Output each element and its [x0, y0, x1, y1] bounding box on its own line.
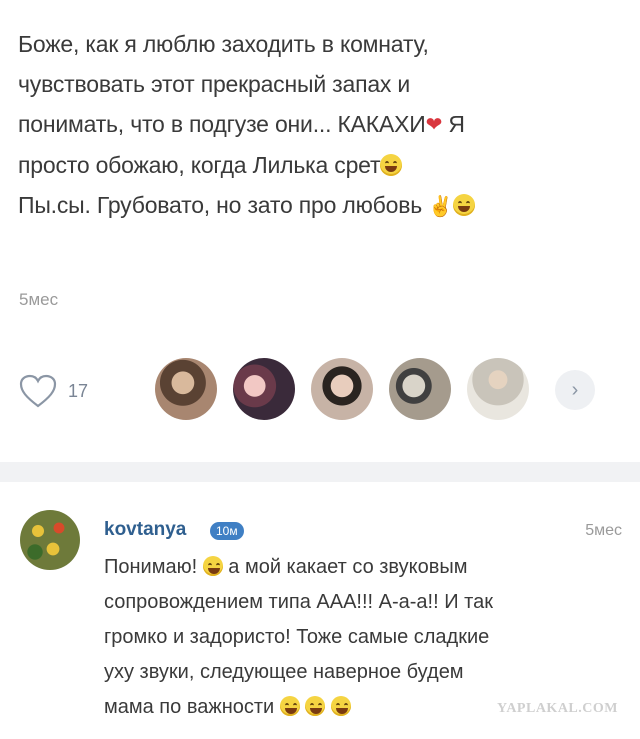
comment-line-3: громко и задористо! Тоже самые сладкие — [104, 626, 490, 648]
post-timestamp: 5мес — [19, 290, 59, 309]
comment-line-2: сопровождением типа ААА!!! А-а-а!! И так — [104, 591, 493, 613]
post-card: Боже, как я люблю заходить в комнату, чу… — [0, 0, 640, 460]
more-likes-button[interactable]: › — [555, 370, 595, 410]
avatar[interactable] — [311, 358, 373, 420]
laughing-emoji — [279, 696, 300, 716]
avatar[interactable] — [155, 358, 217, 420]
comment-line-5: мама по важности — [104, 696, 351, 718]
post-line-3-tail: Я — [442, 111, 465, 137]
comment-line-1-a: Понимаю! — [104, 556, 203, 578]
post-text: Боже, как я люблю заходить в комнату, чу… — [18, 24, 618, 227]
post-line-3-text: понимать, что в подгузе они... КАКАХИ — [18, 111, 426, 137]
post-line-4: просто обожаю, когда Лилька срет — [18, 152, 403, 178]
laughing-emoji — [305, 696, 326, 716]
comment-text: Понимаю! а мой какает со звуковым сопров… — [104, 550, 604, 725]
comment-line-5-text: мама по важности — [104, 696, 280, 718]
comment-timestamp: 5мес — [585, 522, 622, 539]
like-count: 17 — [68, 380, 89, 401]
comment-badge: 10м — [210, 522, 244, 540]
post-line-4-text: просто обожаю, когда Лилька срет — [18, 152, 381, 178]
watermark: YAPLAKAL.COM — [497, 701, 618, 716]
heart-icon — [19, 374, 57, 408]
laughing-emoji — [452, 194, 475, 216]
smile-emoji — [380, 154, 403, 176]
laughing-emoji — [330, 696, 351, 716]
post-actions: 17 › — [0, 355, 640, 425]
post-line-5-text: Пы.сы. Грубовато, но зато про любовь — [18, 192, 429, 218]
like-button[interactable]: 17 — [18, 373, 128, 409]
divider — [0, 462, 640, 482]
comment-avatar[interactable] — [20, 510, 80, 570]
post-line-1: Боже, как я люблю заходить в комнату, — [18, 31, 429, 57]
comment-line-1-b: а мой какает со звуковым — [222, 556, 468, 578]
laughing-emoji — [202, 556, 223, 576]
avatar[interactable] — [467, 358, 529, 420]
comment-author[interactable]: kovtanya — [104, 519, 186, 541]
red-heart-emoji: ❤ — [425, 114, 443, 136]
avatar[interactable] — [389, 358, 451, 420]
post-line-3: понимать, что в подгузе они... КАКАХИ❤ Я — [18, 111, 465, 137]
post-line-2: чувствовать этот прекрасный запах и — [18, 71, 411, 97]
comment: kovtanya 10м 5мес Понимаю! а мой какает … — [0, 482, 640, 739]
avatar[interactable] — [233, 358, 295, 420]
victory-emoji: ✌ — [428, 196, 453, 218]
comment-line-4: уху звуки, следующее наверное будем — [104, 661, 464, 683]
post-line-5: Пы.сы. Грубовато, но зато про любовь ✌ — [18, 192, 475, 218]
comment-line-1: Понимаю! а мой какает со звуковым — [104, 556, 467, 578]
chevron-right-icon: › — [571, 378, 579, 401]
